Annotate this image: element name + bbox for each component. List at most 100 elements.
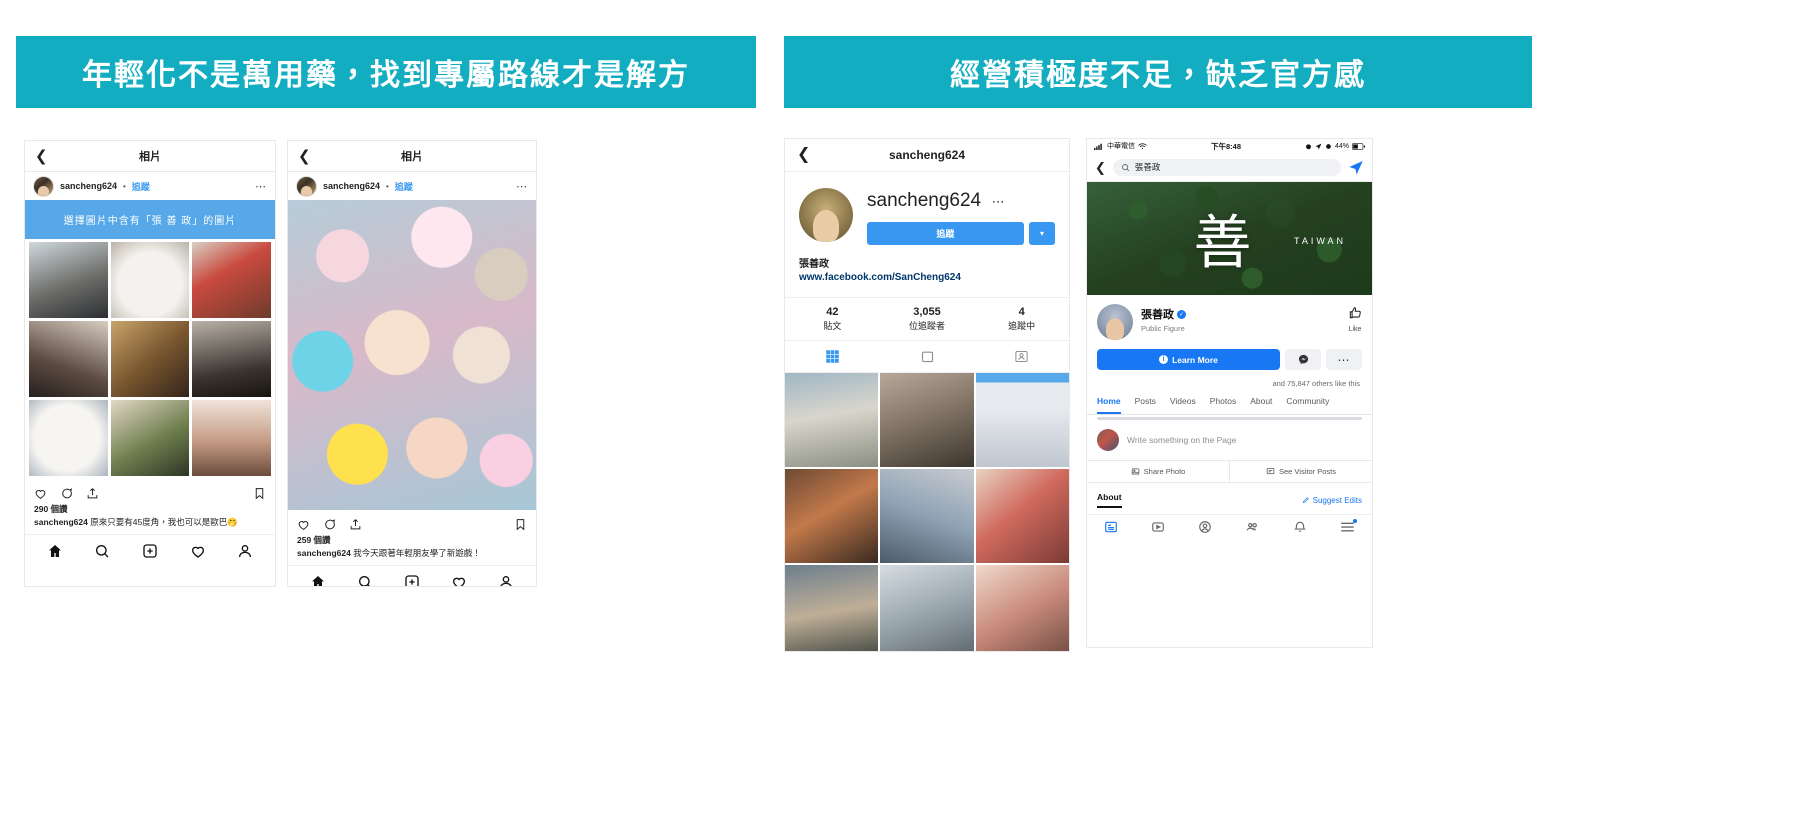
chevron-left-icon[interactable]: ❮	[298, 149, 311, 164]
search-icon[interactable]	[357, 574, 373, 587]
see-visitor-posts-button[interactable]: See Visitor Posts	[1229, 461, 1372, 482]
fb-cover-photo[interactable]: 善 TAIWAN	[1087, 182, 1372, 295]
ig3-follow-button[interactable]: 追蹤	[867, 222, 1024, 245]
ig3-stat-posts[interactable]: 42 貼文	[785, 298, 880, 340]
avatar[interactable]	[1097, 429, 1119, 451]
chevron-left-icon[interactable]: ❮	[35, 149, 48, 164]
comment-icon[interactable]	[323, 518, 336, 531]
home-icon[interactable]	[310, 574, 326, 587]
ig3-website-link[interactable]: www.facebook.com/SanCheng624	[799, 272, 1055, 283]
nav-profile[interactable]	[1198, 520, 1212, 539]
grid-cell[interactable]	[192, 321, 271, 397]
tab-about[interactable]: About	[1250, 396, 1272, 414]
home-icon[interactable]	[47, 543, 63, 559]
learn-more-button[interactable]: i Learn More	[1097, 349, 1280, 370]
ig1-username[interactable]: sancheng624	[60, 181, 117, 191]
nav-news-feed[interactable]	[1104, 520, 1118, 539]
grid-cell[interactable]	[110, 321, 190, 397]
ig2-username[interactable]: sancheng624	[323, 181, 380, 191]
more-options-button[interactable]: ⋯	[1326, 349, 1362, 370]
grid-cell[interactable]	[785, 373, 879, 467]
tab-community[interactable]: Community	[1286, 396, 1329, 414]
tab-home[interactable]: Home	[1097, 396, 1121, 414]
bookmark-icon[interactable]	[514, 518, 527, 531]
bookmark-icon[interactable]	[253, 487, 266, 500]
ellipsis-icon[interactable]: ⋯	[516, 180, 528, 193]
ig2-caption-username[interactable]: sancheng624	[297, 548, 351, 558]
chevron-down-icon[interactable]: ▾	[1029, 222, 1055, 245]
comment-icon[interactable]	[60, 487, 73, 500]
tab-tagged[interactable]	[974, 341, 1069, 372]
avatar[interactable]	[1097, 304, 1133, 340]
search-input[interactable]: 張善政	[1112, 158, 1341, 176]
chevron-left-icon[interactable]: ❮	[797, 147, 810, 163]
ig2-follow-button[interactable]: 追蹤	[395, 180, 413, 193]
grid-cell[interactable]	[785, 469, 879, 563]
grid-cell[interactable]	[192, 400, 271, 476]
activity-icon[interactable]	[190, 543, 206, 559]
tab-posts[interactable]: Posts	[1135, 396, 1156, 414]
grid-icon	[826, 350, 839, 363]
tab-videos[interactable]: Videos	[1170, 396, 1196, 414]
add-post-icon[interactable]	[404, 574, 420, 587]
grid-cell[interactable]	[29, 242, 108, 318]
fb-page-name: 張善政	[1141, 309, 1174, 321]
activity-icon[interactable]	[451, 574, 467, 587]
heart-icon[interactable]	[34, 487, 47, 500]
avatar[interactable]	[296, 175, 317, 197]
grid-cell[interactable]	[975, 565, 1069, 651]
grid-cell[interactable]	[110, 400, 190, 476]
heart-icon[interactable]	[297, 518, 310, 531]
ig1-follow-button[interactable]: 追蹤	[132, 180, 150, 193]
nav-notifications[interactable]	[1293, 520, 1307, 539]
tab-tv[interactable]	[880, 341, 975, 372]
see-visitor-posts-label: See Visitor Posts	[1279, 467, 1336, 476]
messenger-send-icon[interactable]	[1348, 159, 1364, 175]
grid-cell[interactable]	[29, 321, 108, 397]
ig3-posts-label: 貼文	[823, 321, 842, 331]
profile-icon[interactable]	[237, 543, 253, 559]
tab-photos[interactable]: Photos	[1210, 396, 1236, 414]
ig2-photo[interactable]	[288, 200, 536, 510]
ig3-stat-following[interactable]: 4 追蹤中	[974, 298, 1069, 340]
grid-cell[interactable]	[110, 242, 190, 318]
nav-groups[interactable]	[1245, 519, 1260, 539]
ellipsis-icon[interactable]: ⋯	[992, 194, 1006, 209]
fb-carrier: 中華電信	[1107, 143, 1135, 150]
banner-left: 年輕化不是萬用藥，找到專屬路線才是解方	[16, 36, 756, 108]
ellipsis-icon[interactable]: ⋯	[255, 180, 267, 193]
fb-like-button[interactable]: Like	[1348, 304, 1362, 333]
grid-cell[interactable]	[785, 565, 879, 651]
avatar[interactable]	[33, 175, 54, 197]
ig3-tab-row	[785, 341, 1069, 373]
grid-cell[interactable]	[975, 469, 1069, 563]
chevron-left-icon[interactable]: ❮	[1095, 161, 1106, 174]
share-icon[interactable]	[86, 487, 99, 500]
grid-cell[interactable]	[29, 400, 108, 476]
fb-cover-glyph: 善	[1193, 207, 1252, 276]
share-photo-button[interactable]: Share Photo	[1087, 461, 1229, 482]
ig1-caption-username[interactable]: sancheng624	[34, 517, 88, 527]
grid-cell[interactable]	[975, 373, 1069, 467]
ig3-handle: sancheng624	[867, 190, 982, 211]
ig3-following-value: 4	[1018, 306, 1025, 318]
search-icon[interactable]	[94, 543, 110, 559]
add-post-icon[interactable]	[142, 543, 158, 559]
fb-about-heading[interactable]: About	[1097, 492, 1122, 508]
ig3-stat-followers[interactable]: 3,055 位追蹤者	[880, 298, 975, 340]
fb-battery-percent: 44%	[1334, 142, 1349, 150]
grid-cell[interactable]	[880, 373, 974, 467]
tab-grid[interactable]	[785, 341, 880, 372]
profile-icon[interactable]	[498, 574, 514, 587]
fb-composer[interactable]: Write something on the Page	[1087, 420, 1372, 460]
grid-cell[interactable]	[880, 565, 974, 651]
news-feed-icon	[1104, 521, 1117, 532]
share-icon[interactable]	[349, 518, 362, 531]
grid-cell[interactable]	[192, 242, 271, 318]
grid-cell[interactable]	[880, 469, 974, 563]
avatar[interactable]	[799, 188, 853, 242]
nav-watch[interactable]	[1151, 520, 1165, 539]
nav-menu[interactable]	[1340, 519, 1358, 538]
message-button[interactable]	[1285, 349, 1321, 370]
suggest-edits-button[interactable]: Suggest Edits	[1302, 496, 1362, 505]
